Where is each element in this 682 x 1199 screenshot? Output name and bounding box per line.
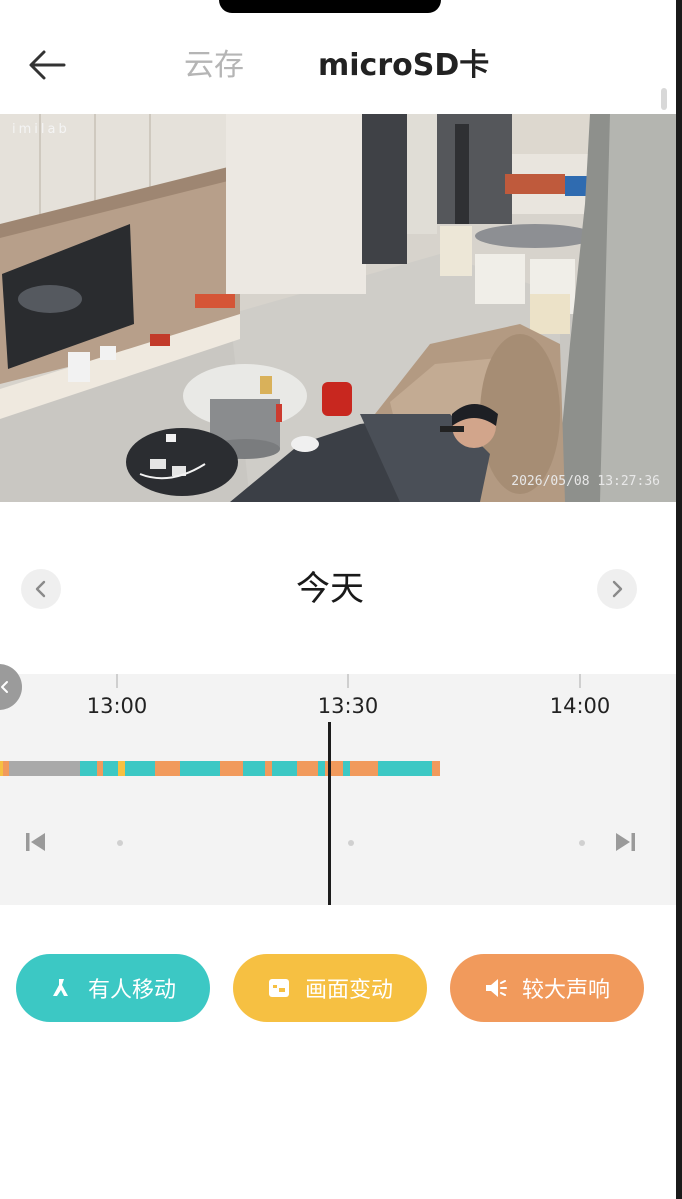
recording-timeline[interactable]: 13:00 13:30 14:00: [0, 674, 676, 905]
recording-segment[interactable]: [125, 761, 155, 776]
recording-segment[interactable]: [243, 761, 265, 776]
chevron-right-icon: [612, 580, 623, 598]
screen: 云存 microSD卡 imilab 2026/05/08 13:27:36 今…: [0, 0, 676, 1199]
camera-watermark: imilab: [12, 122, 70, 137]
current-date-label: 今天: [296, 569, 364, 609]
video-timestamp: 2026/05/08 13:27:36: [511, 474, 660, 489]
skip-next-button[interactable]: [612, 830, 638, 854]
recording-segment[interactable]: [155, 761, 180, 776]
timeline-tick: [347, 674, 349, 688]
recording-segment[interactable]: [343, 761, 350, 776]
side-collapse-handle[interactable]: [0, 664, 22, 710]
recording-segment[interactable]: [265, 761, 272, 776]
skip-previous-icon: [26, 833, 45, 851]
tab-microsd[interactable]: microSD卡: [318, 48, 489, 84]
chevron-left-icon: [1, 681, 8, 693]
speaker-icon: [484, 976, 508, 1000]
back-arrow-icon: [29, 50, 66, 80]
timeline-tick-label: 13:30: [317, 694, 379, 718]
recording-segment[interactable]: [378, 761, 432, 776]
person-walking-icon: [50, 976, 74, 1000]
recording-segment[interactable]: [272, 761, 297, 776]
timeline-dot: [579, 840, 585, 846]
filter-label: 较大声响: [521, 978, 610, 1003]
video-frame: [0, 114, 676, 502]
skip-next-icon: [616, 833, 635, 851]
chevron-left-icon: [35, 580, 46, 598]
recording-segment[interactable]: [103, 761, 118, 776]
timeline-tick: [116, 674, 118, 688]
filter-person-motion-button[interactable]: 有人移动: [16, 954, 210, 1022]
camera-notch: [219, 0, 441, 13]
recording-segment[interactable]: [9, 761, 80, 776]
back-button[interactable]: [22, 42, 72, 88]
previous-day-button[interactable]: [21, 569, 61, 609]
timeline-tick-label: 14:00: [549, 694, 611, 718]
filter-screen-change-button[interactable]: 画面变动: [233, 954, 427, 1022]
scroll-indicator: [661, 88, 667, 110]
next-day-button[interactable]: [597, 569, 637, 609]
timeline-tick: [579, 674, 581, 688]
filter-label: 有人移动: [87, 978, 176, 1003]
timeline-dot: [348, 840, 354, 846]
timeline-tick-label: 13:00: [86, 694, 148, 718]
tab-cloud-storage[interactable]: 云存: [184, 48, 244, 84]
recording-segment[interactable]: [297, 761, 318, 776]
recording-segment[interactable]: [80, 761, 97, 776]
recording-segment[interactable]: [220, 761, 243, 776]
screen-change-icon: [267, 976, 291, 1000]
timeline-playhead[interactable]: [328, 722, 331, 905]
video-player[interactable]: imilab 2026/05/08 13:27:36: [0, 114, 676, 502]
recording-segment[interactable]: [432, 761, 440, 776]
recording-segment[interactable]: [180, 761, 220, 776]
recording-segment[interactable]: [318, 761, 325, 776]
timeline-dot: [117, 840, 123, 846]
filter-label: 画面变动: [304, 978, 393, 1003]
filter-loud-sound-button[interactable]: 较大声响: [450, 954, 644, 1022]
recording-segment[interactable]: [350, 761, 378, 776]
recording-segment[interactable]: [118, 761, 125, 776]
skip-previous-button[interactable]: [24, 830, 50, 854]
